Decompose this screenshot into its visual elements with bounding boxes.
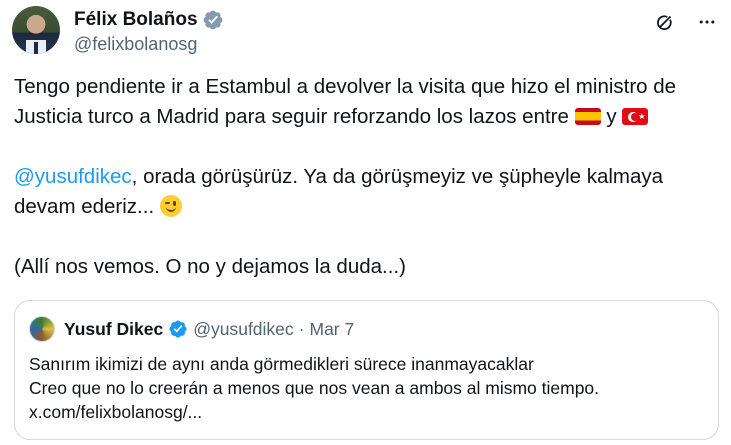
tweet-line-5: (Allí nos vemos. O no y dejamos la duda.… (14, 255, 406, 278)
tweet-top-actions (653, 10, 719, 34)
quoted-line-1: Sanırım ikimizi de aynı anda görmedikler… (29, 354, 534, 374)
more-icon[interactable] (695, 10, 719, 34)
tweet-line: devam ederiz... (14, 192, 719, 222)
quoted-author-name: Yusuf Dikec (64, 318, 164, 339)
tweet-line-4: devam ederiz... (14, 195, 155, 218)
quoted-tweet-text: Sanırım ikimizi de aynı anda görmedikler… (29, 352, 709, 424)
quoted-line-2: Creo que no lo creerán a menos que nos v… (29, 378, 600, 398)
tweet-line: (Allí nos vemos. O no y dejamos la duda.… (14, 252, 719, 282)
quoted-tweet-date: Mar 7 (309, 318, 355, 339)
spain-flag-icon (574, 108, 601, 125)
grok-icon[interactable] (653, 10, 677, 34)
tweet-line: Justicia turco a Madrid para seguir refo… (14, 102, 719, 132)
verified-badge-icon[interactable] (202, 9, 224, 31)
tweet-line-3: , orada görüşürüz. Ya da görüşmeyiz ve ş… (131, 165, 664, 188)
quoted-tweet-card[interactable]: Yusuf Dikec @yusufdikec · Mar 7 Sanırım … (14, 300, 719, 440)
mention-link[interactable]: @yusufdikec (14, 165, 132, 188)
tweet-header: Félix Bolaños @felixbolanosg (12, 6, 719, 58)
tweet-line-2: Justicia turco a Madrid para seguir refo… (14, 105, 569, 128)
author-handle[interactable]: @felixbolanosg (74, 34, 197, 55)
tweet-line-2-y: y (606, 105, 617, 128)
quoted-tweet-header: Yusuf Dikec @yusufdikec · Mar 7 (29, 315, 354, 343)
avatar-tie (34, 42, 38, 54)
tweet-line-1: Tengo pendiente ir a Estambul a devolver… (14, 75, 677, 98)
author-name-row: Félix Bolaños (74, 8, 224, 32)
author-display-name[interactable]: Félix Bolaños (74, 9, 198, 31)
quoted-line-3: x.com/felixbolanosg/... (29, 402, 203, 422)
quoted-author-handle: @yusufdikec (193, 318, 294, 339)
quoted-author-avatar (29, 316, 55, 342)
separator-dot: · (298, 318, 305, 339)
tweet-line: Tengo pendiente ir a Estambul a devolver… (14, 72, 719, 102)
tweet-text: Tengo pendiente ir a Estambul a devolver… (14, 72, 719, 282)
turkey-flag-icon: ★ (622, 108, 649, 125)
tweet-line: @yusufdikec, orada görüşürüz. Ya da görü… (14, 162, 719, 192)
verified-badge-icon (168, 319, 188, 339)
author-avatar[interactable] (12, 6, 60, 54)
wink-emoji-icon (159, 195, 182, 217)
